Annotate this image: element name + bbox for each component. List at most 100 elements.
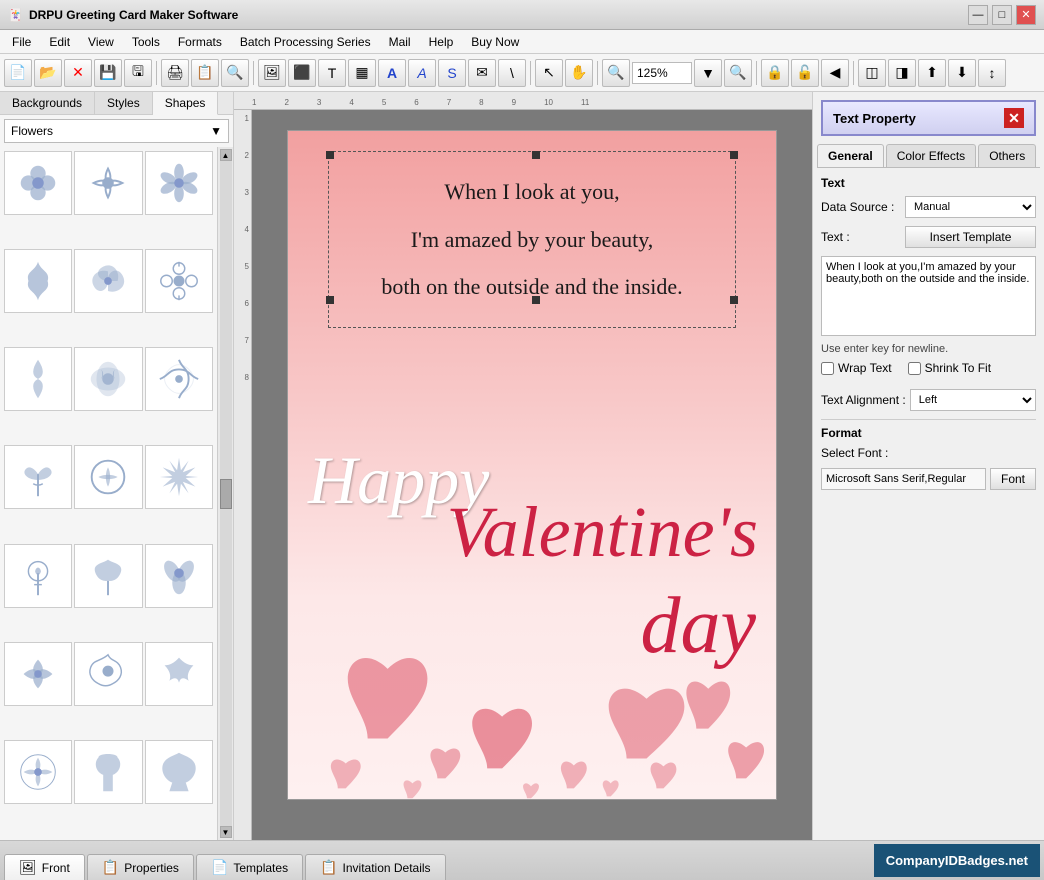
shape-item[interactable] [74,740,142,804]
scroll-up-btn[interactable]: ▲ [220,149,232,161]
shape-item[interactable] [4,740,72,804]
wrap-text-checkbox[interactable] [821,362,834,375]
property-header: Text Property ✕ [821,100,1036,136]
tab-color-effects[interactable]: Color Effects [886,144,976,167]
back-btn[interactable]: ◀ [821,59,849,87]
close-button[interactable]: ✕ [1016,5,1036,25]
menu-edit[interactable]: Edit [41,33,78,51]
shape-item[interactable] [74,151,142,215]
shape-item[interactable] [145,544,213,608]
title-bar: 🃏 DRPU Greeting Card Maker Software — □ … [0,0,1044,30]
font-button[interactable]: Font [990,468,1036,490]
grab-btn[interactable]: ✋ [565,59,593,87]
tab-backgrounds[interactable]: Backgrounds [0,92,95,114]
category-dropdown[interactable]: Flowers ▼ [4,119,229,143]
shape-item[interactable] [4,249,72,313]
tab-invitation-details[interactable]: 📋 Invitation Details [305,854,445,880]
shape-btn[interactable]: ⬛ [288,59,316,87]
menu-view[interactable]: View [80,33,122,51]
font-input[interactable] [821,468,986,490]
print-btn[interactable]: 🖨 [161,59,189,87]
text-textarea[interactable]: When I look at you,I'm amazed by your be… [821,256,1036,336]
print2-btn[interactable]: 📋 [191,59,219,87]
menu-mail[interactable]: Mail [381,33,419,51]
scroll-thumb[interactable] [220,479,232,509]
menu-help[interactable]: Help [421,33,462,51]
tab-front-label: Front [42,861,70,875]
text2-btn[interactable]: A [378,59,406,87]
preview-btn[interactable]: 🔍 [221,59,249,87]
tab-others[interactable]: Others [978,144,1036,167]
tab-styles[interactable]: Styles [95,92,153,114]
open-btn[interactable]: 📂 [34,59,62,87]
tab-front[interactable]: 🖼 Front [4,854,85,880]
tab-templates[interactable]: 📄 Templates [196,854,303,880]
dist-btn[interactable]: ↕ [978,59,1006,87]
scroll-down-btn[interactable]: ▼ [220,826,232,838]
menu-tools[interactable]: Tools [124,33,168,51]
property-close-button[interactable]: ✕ [1004,108,1024,128]
align-l-btn[interactable]: ◫ [858,59,886,87]
shape-item[interactable] [4,544,72,608]
shrink-to-fit-checkbox[interactable] [908,362,921,375]
menu-file[interactable]: File [4,33,39,51]
scrollbar[interactable]: ▲ ▼ [217,147,233,840]
lock2-btn[interactable]: 🔓 [791,59,819,87]
line-btn[interactable]: \ [498,59,526,87]
new-btn[interactable]: 📄 [4,59,32,87]
menu-bar: File Edit View Tools Formats Batch Proce… [0,30,1044,54]
align-t-btn[interactable]: ⬆ [918,59,946,87]
shape-item[interactable] [4,642,72,706]
bottom-tabs: 🖼 Front 📋 Properties 📄 Templates 📋 Invit… [0,840,1044,880]
text3-btn[interactable]: A [408,59,436,87]
email-btn[interactable]: ✉ [468,59,496,87]
align-r-btn[interactable]: ◨ [888,59,916,87]
outline-btn[interactable]: S [438,59,466,87]
shape-item[interactable] [4,445,72,509]
text-alignment-label: Text Alignment : [821,393,906,407]
align-b-btn[interactable]: ⬇ [948,59,976,87]
ruler-left: 1 2 3 4 5 6 7 8 [234,110,252,840]
image-btn[interactable]: 🖼 [258,59,286,87]
menu-batch[interactable]: Batch Processing Series [232,33,379,51]
shape-item[interactable] [74,544,142,608]
save-btn[interactable]: 💾 [94,59,122,87]
shape-item[interactable] [145,347,213,411]
shape-item[interactable] [145,642,213,706]
tab-general[interactable]: General [817,144,884,167]
save-as-btn[interactable]: 🖫 [124,59,152,87]
close-doc-btn[interactable]: ✕ [64,59,92,87]
property-tabs: General Color Effects Others [817,144,1040,168]
shape-item[interactable] [145,249,213,313]
insert-template-button[interactable]: Insert Template [905,226,1036,248]
card-container: When I look at you, I'm amazed by your b… [287,130,777,800]
shape-item[interactable] [74,249,142,313]
zoom-dropdown-btn[interactable]: ▼ [694,59,722,87]
text-btn[interactable]: T [318,59,346,87]
tab-templates-label: Templates [233,861,288,875]
shape-item[interactable] [145,151,213,215]
zoom-out-btn[interactable]: 🔍 [724,59,752,87]
minimize-button[interactable]: — [968,5,988,25]
maximize-button[interactable]: □ [992,5,1012,25]
shape-item[interactable] [74,445,142,509]
cursor-btn[interactable]: ↖ [535,59,563,87]
shape-item[interactable] [74,347,142,411]
shape-item[interactable] [4,151,72,215]
menu-buynow[interactable]: Buy Now [463,33,527,51]
tab-properties[interactable]: 📋 Properties [87,854,194,880]
lock-btn[interactable]: 🔒 [761,59,789,87]
tab-shapes[interactable]: Shapes [153,92,219,115]
valentine-card[interactable]: When I look at you, I'm amazed by your b… [287,130,777,800]
data-source-select[interactable]: Manual [905,196,1036,218]
barcode-btn[interactable]: ▦ [348,59,376,87]
text-alignment-select[interactable]: Left Center Right [910,389,1036,411]
shape-item[interactable] [74,642,142,706]
menu-formats[interactable]: Formats [170,33,230,51]
shape-item[interactable] [145,445,213,509]
shape-item[interactable] [4,347,72,411]
selection-handle [326,151,334,159]
shape-item[interactable] [145,740,213,804]
zoom-in-btn[interactable]: 🔍 [602,59,630,87]
font-input-row: Font [821,468,1036,490]
